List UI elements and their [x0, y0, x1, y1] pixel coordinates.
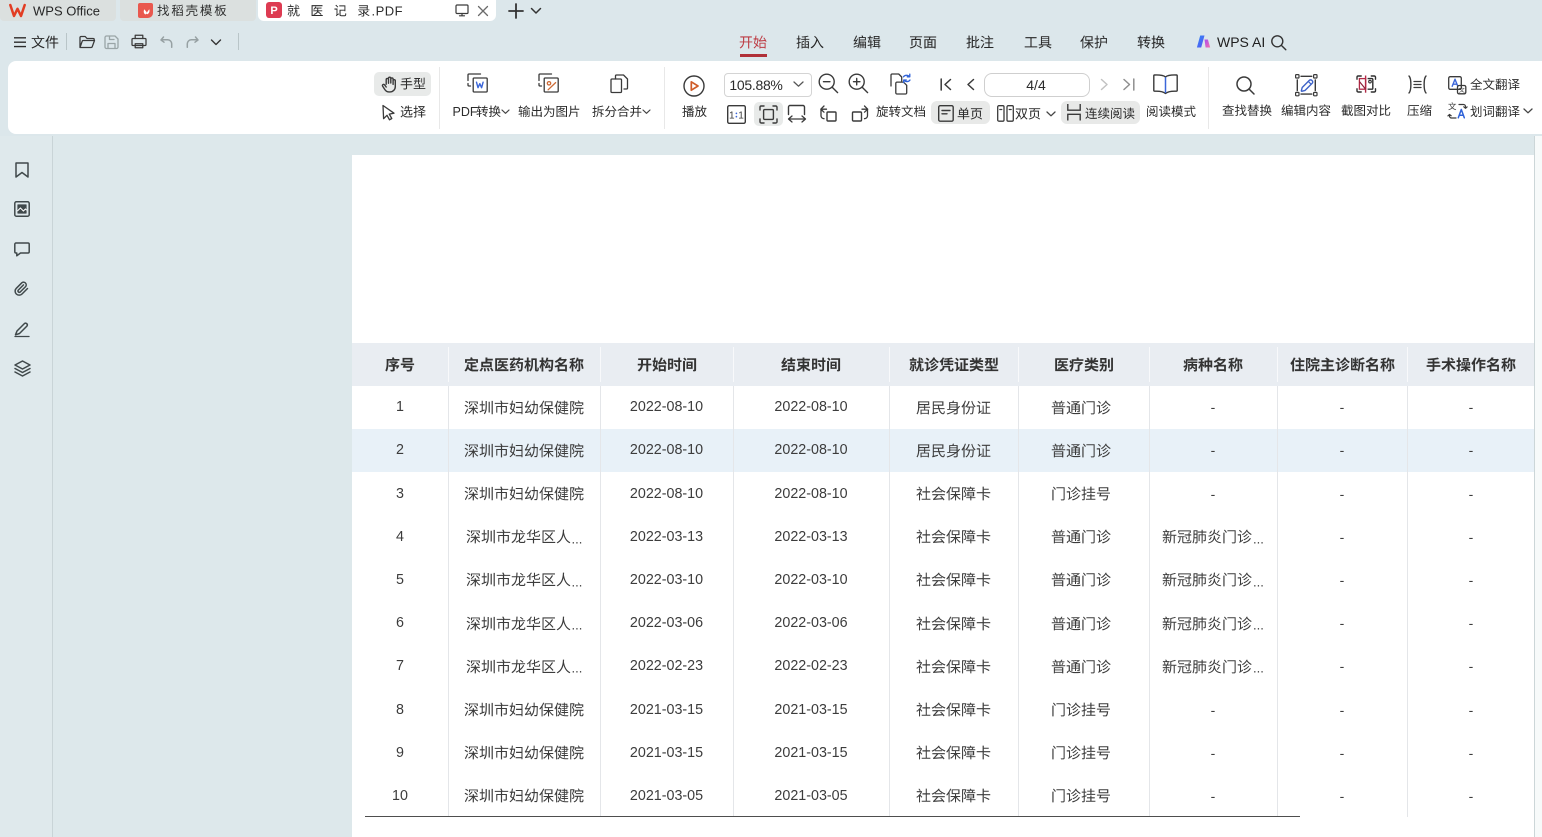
- svg-text:1: 1: [729, 110, 735, 121]
- svg-text:1: 1: [738, 110, 744, 121]
- svg-text:P: P: [270, 5, 277, 17]
